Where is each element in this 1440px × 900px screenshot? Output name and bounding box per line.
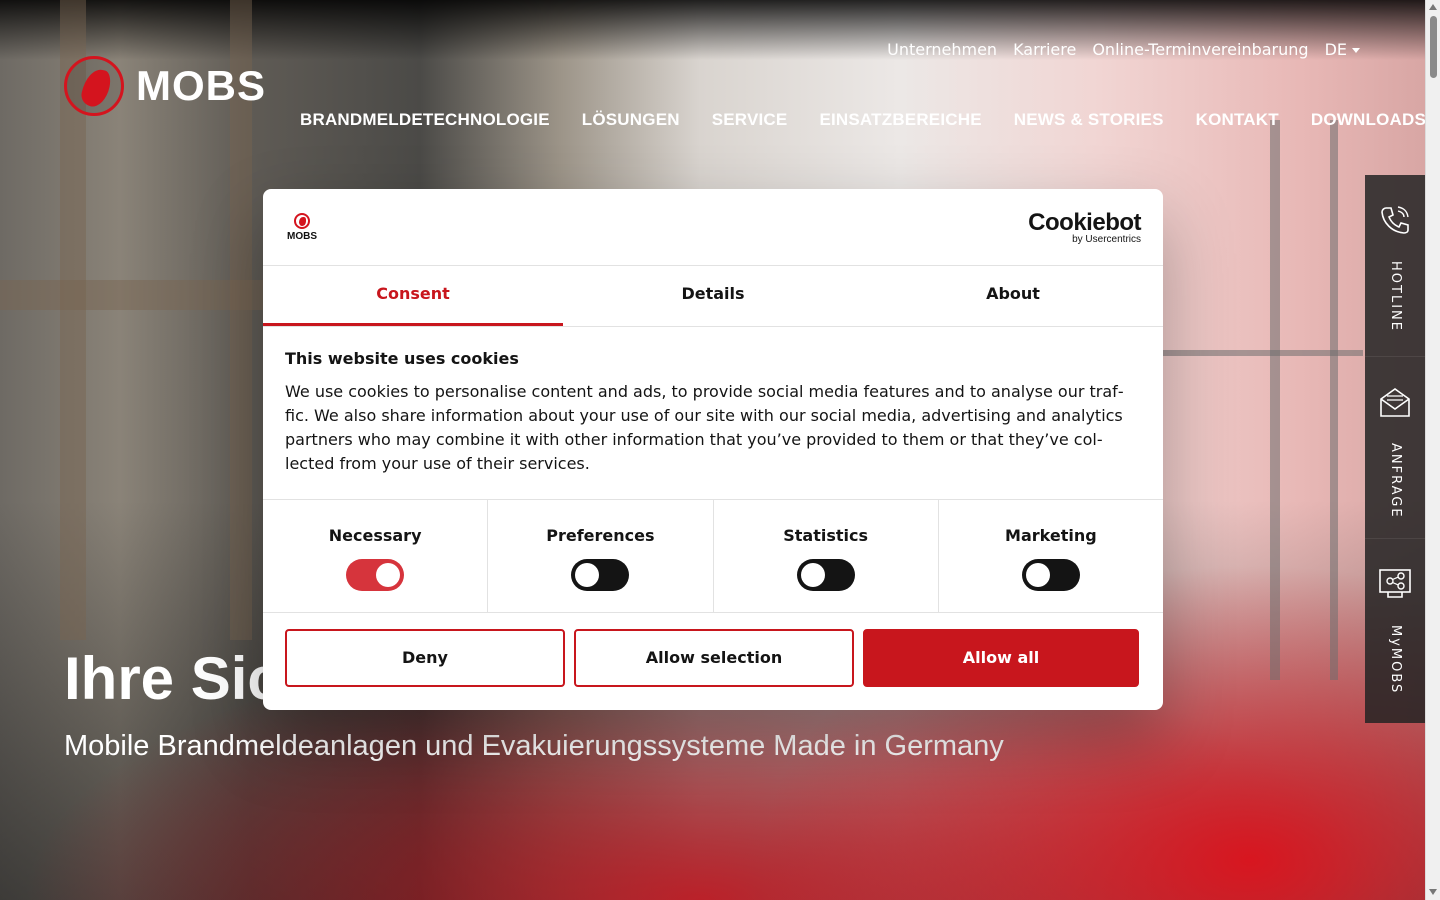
category-label: Necessary — [328, 526, 422, 545]
side-tabs: HOTLINE ANFRAGE MyMOBS — [1365, 175, 1425, 723]
flame-logo-icon — [64, 56, 124, 116]
tab-about[interactable]: About — [863, 266, 1163, 326]
nav-brandmeldetechnologie[interactable]: BRANDMELDETECHNOLOGIE — [300, 110, 550, 130]
page-scrollbar[interactable] — [1425, 0, 1440, 900]
category-necessary: Necessary — [263, 500, 489, 612]
scaffold-bar — [1163, 350, 1363, 356]
dialog-heading: This website uses cookies — [285, 349, 519, 368]
cookiebot-logo[interactable]: Cookiebot by Usercentrics — [1028, 209, 1141, 245]
deny-button[interactable]: Deny — [285, 629, 565, 687]
dialog-buttons: Deny Allow selection Allow all — [263, 613, 1163, 703]
side-tab-label: HOTLINE — [1388, 261, 1403, 332]
side-tab-label: ANFRAGE — [1388, 443, 1403, 519]
tab-consent[interactable]: Consent — [263, 266, 563, 326]
language-selector[interactable]: DE — [1325, 40, 1360, 59]
dialog-header: MOBS Cookiebot by Usercentrics — [263, 189, 1163, 266]
top-link-terminvereinbarung[interactable]: Online-Terminvereinbarung — [1092, 40, 1308, 59]
side-tab-anfrage[interactable]: ANFRAGE — [1365, 357, 1425, 539]
cookie-categories: Necessary Preferences Statistics Marketi… — [263, 500, 1163, 613]
category-preferences: Preferences — [488, 500, 714, 612]
tab-details[interactable]: Details — [563, 266, 863, 326]
dialog-logo-text: MOBS — [287, 231, 317, 242]
network-icon — [1379, 569, 1411, 598]
scaffold-pole — [1330, 120, 1338, 680]
hero-title: Ihre Sic — [64, 645, 281, 712]
category-statistics: Statistics — [714, 500, 939, 612]
cookiebot-name: Cookiebot — [1028, 209, 1141, 236]
category-marketing: Marketing — [939, 500, 1163, 612]
main-navigation: BRANDMELDETECHNOLOGIE LÖSUNGEN SERVICE E… — [300, 110, 1426, 130]
nav-loesungen[interactable]: LÖSUNGEN — [582, 110, 680, 130]
nav-einsatzbereiche[interactable]: EINSATZBEREICHE — [819, 110, 981, 130]
cookie-consent-dialog: MOBS Cookiebot by Usercentrics Consent D… — [263, 189, 1163, 710]
nav-service[interactable]: SERVICE — [712, 110, 788, 130]
top-link-unternehmen[interactable]: Unternehmen — [887, 40, 997, 59]
scroll-down-arrow-icon[interactable] — [1429, 889, 1437, 895]
marketing-toggle[interactable] — [1021, 559, 1080, 591]
dialog-text: We use cookies to personalise content an… — [285, 382, 1124, 473]
dialog-logo: MOBS — [285, 213, 319, 242]
nav-kontakt[interactable]: KONTAKT — [1196, 110, 1279, 130]
flame-logo-icon — [294, 213, 310, 229]
nav-downloads[interactable]: DOWNLOADS — [1311, 110, 1426, 130]
category-label: Marketing — [1005, 526, 1097, 545]
scaffold-beam — [0, 280, 300, 310]
category-label: Statistics — [783, 526, 868, 545]
side-tab-label: MyMOBS — [1388, 625, 1403, 695]
top-links: Unternehmen Karriere Online-Terminverein… — [887, 40, 1360, 59]
scaffold-pole — [1270, 120, 1280, 680]
envelope-icon — [1380, 388, 1410, 417]
allow-all-button[interactable]: Allow all — [863, 629, 1139, 687]
allow-selection-button[interactable]: Allow selection — [574, 629, 854, 687]
phone-icon — [1381, 206, 1409, 234]
dialog-tabs: Consent Details About — [263, 266, 1163, 327]
top-link-karriere[interactable]: Karriere — [1013, 40, 1076, 59]
side-tab-hotline[interactable]: HOTLINE — [1365, 175, 1425, 357]
preferences-toggle[interactable] — [571, 559, 630, 591]
statistics-toggle[interactable] — [796, 559, 855, 591]
scroll-up-arrow-icon[interactable] — [1429, 4, 1437, 10]
side-tab-mymobs[interactable]: MyMOBS — [1365, 539, 1425, 721]
nav-news-stories[interactable]: NEWS & STORIES — [1014, 110, 1164, 130]
necessary-toggle[interactable] — [346, 559, 405, 591]
category-label: Preferences — [546, 526, 655, 545]
scrollbar-thumb[interactable] — [1430, 16, 1437, 78]
hero-subtitle: Mobile Brandmeldeanlagen und Evakuierung… — [64, 730, 1004, 762]
logo-text: MOBS — [136, 62, 266, 109]
dialog-body: This website uses cookies We use cookies… — [263, 327, 1163, 500]
site-logo[interactable]: MOBS — [64, 56, 266, 116]
